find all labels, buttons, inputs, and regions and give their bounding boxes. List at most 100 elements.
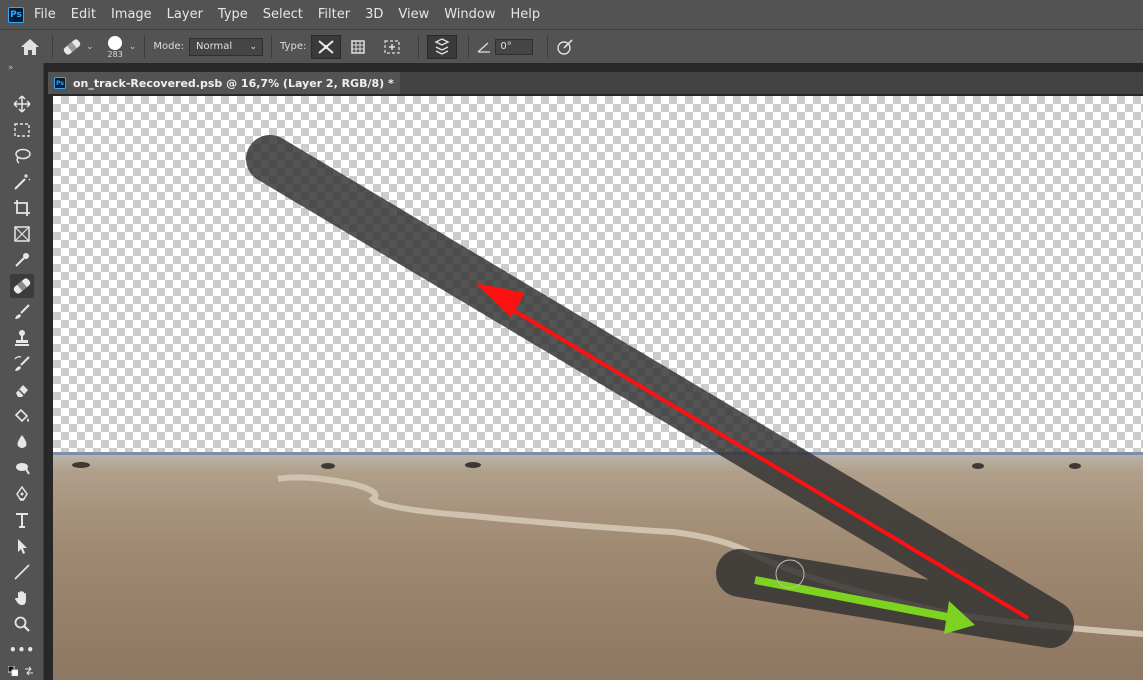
document-canvas[interactable] [53, 96, 1143, 680]
brush-stroke-shape [246, 135, 1074, 648]
default-colors-icon [8, 666, 18, 676]
tool-preset-picker[interactable]: ⌄ [61, 37, 94, 57]
history-brush-tool[interactable] [10, 352, 34, 376]
proximity-match-button[interactable] [377, 35, 407, 59]
path-selection-tool[interactable] [10, 534, 34, 558]
menu-3d[interactable]: 3D [365, 7, 383, 22]
more-tools-button[interactable]: ••• [9, 638, 36, 662]
collapse-panel-button[interactable]: » [0, 63, 43, 75]
mode-group: Mode: Normal ⌄ [153, 37, 263, 56]
zoom-tool-icon [14, 616, 30, 632]
pen-tool-icon [16, 485, 28, 501]
menu-image[interactable]: Image [111, 7, 152, 22]
annotation-overlay [246, 135, 1074, 648]
menu-type[interactable]: Type [218, 7, 248, 22]
create-texture-icon [351, 39, 366, 54]
hand-tool[interactable] [10, 586, 34, 610]
document-tab-bar: Ps on_track-Recovered.psb @ 16,7% (Layer… [48, 72, 1143, 94]
divider [547, 35, 549, 58]
proximity-match-icon [384, 39, 400, 54]
angle-icon [477, 42, 491, 53]
menu-select[interactable]: Select [263, 7, 303, 22]
marquee-tool-icon [14, 123, 30, 137]
blur-tool-icon [17, 435, 27, 448]
mode-select[interactable]: Normal ⌄ [189, 37, 263, 56]
divider [52, 35, 53, 58]
line-tool-icon [14, 564, 30, 580]
hand-tool-icon [15, 591, 26, 605]
menu-filter[interactable]: Filter [318, 7, 350, 22]
spot-healing-brush-tool[interactable] [10, 274, 34, 298]
mode-value: Normal [196, 41, 233, 52]
brush-tip-icon [108, 35, 123, 50]
content-aware-button[interactable] [311, 34, 342, 59]
marquee-tool[interactable] [10, 118, 34, 142]
frame-tool-icon [14, 226, 30, 242]
paint-bucket-icon [14, 408, 29, 423]
frame-tool[interactable] [10, 222, 34, 246]
magic-wand-tool-icon [14, 174, 31, 190]
menu-help[interactable]: Help [511, 7, 541, 22]
create-texture-button[interactable] [344, 35, 374, 59]
more-tools-icon: ••• [9, 643, 36, 657]
blur-tool[interactable] [10, 430, 34, 454]
type-group: Type: [280, 34, 410, 59]
move-tool-icon [13, 95, 31, 113]
content-aware-icon [318, 39, 334, 54]
brush-tool[interactable] [10, 300, 34, 324]
divider [418, 35, 420, 58]
document-tab[interactable]: Ps on_track-Recovered.psb @ 16,7% (Layer… [48, 72, 400, 94]
spot-healing-brush-icon [13, 278, 31, 294]
canvas-area[interactable] [48, 94, 1143, 680]
history-brush-icon [14, 356, 30, 371]
brush-size-value: 283 [107, 49, 123, 59]
chevron-down-icon: ⌄ [249, 41, 257, 52]
healing-brush-icon [63, 38, 81, 55]
chevron-down-icon: ⌄ [86, 41, 94, 52]
lasso-tool[interactable] [10, 144, 34, 168]
divider [271, 35, 272, 58]
divider [468, 35, 470, 58]
magic-wand-tool[interactable] [10, 170, 34, 194]
menu-window[interactable]: Window [444, 7, 495, 22]
swap-colors-icon [25, 666, 33, 676]
move-tool[interactable] [10, 92, 34, 116]
type-label: Type: [280, 41, 307, 52]
sample-all-layers-icon [434, 37, 450, 55]
pressure-size-button[interactable] [556, 38, 574, 56]
home-icon [21, 38, 39, 55]
crop-tool[interactable] [10, 196, 34, 220]
options-bar: ⌄ 283 ⌄ Mode: Normal ⌄ Type: 0° [0, 29, 1143, 63]
eyedropper-tool-icon [15, 253, 29, 267]
crop-tool-icon [14, 200, 30, 216]
angle-group: 0° [477, 38, 534, 55]
angle-input[interactable]: 0° [495, 38, 534, 55]
menu-layer[interactable]: Layer [167, 7, 203, 22]
home-button[interactable] [20, 38, 40, 56]
brush-picker[interactable]: 283 [108, 34, 123, 60]
clone-stamp-icon [15, 330, 29, 346]
chevron-down-icon[interactable]: ⌄ [129, 42, 137, 52]
menu-file[interactable]: File [34, 7, 56, 22]
clone-stamp-tool[interactable] [10, 326, 34, 350]
line-tool[interactable] [10, 560, 34, 584]
dodge-tool[interactable] [10, 456, 34, 480]
divider [144, 35, 146, 58]
paint-bucket-tool[interactable] [10, 404, 34, 428]
menu-view[interactable]: View [398, 7, 429, 22]
menu-edit[interactable]: Edit [71, 7, 96, 22]
pressure-icon [557, 38, 573, 55]
eraser-tool[interactable] [10, 378, 34, 402]
zoom-tool[interactable] [10, 612, 34, 636]
pen-tool[interactable] [10, 482, 34, 506]
lasso-tool-icon [15, 148, 31, 164]
type-tool-icon [16, 513, 28, 528]
color-swatches[interactable] [8, 666, 34, 676]
type-tool[interactable] [10, 508, 34, 532]
tools-panel: » ••• [0, 63, 44, 680]
sample-all-layers-button[interactable] [427, 34, 458, 59]
photoshop-logo-icon: Ps [8, 6, 24, 23]
eraser-tool-icon [16, 385, 28, 397]
brush-tool-icon [15, 304, 30, 319]
eyedropper-tool[interactable] [10, 248, 34, 272]
